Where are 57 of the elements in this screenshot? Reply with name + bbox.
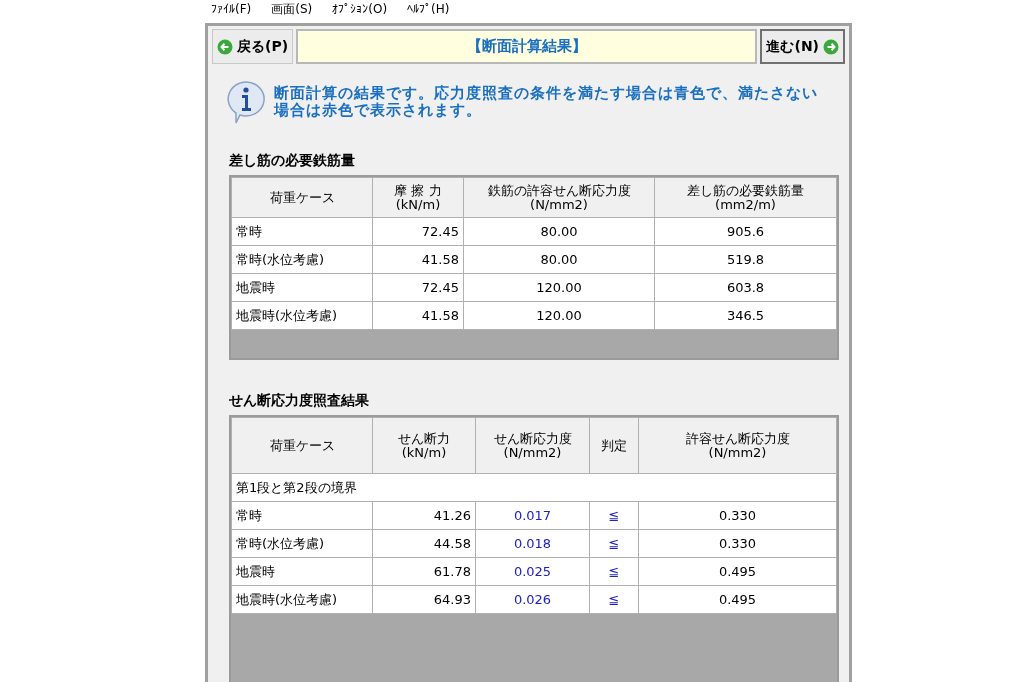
table-cell: 41.58	[372, 301, 464, 330]
table-cell: ≦	[589, 529, 639, 558]
column-header: せん断力 (kN/m)	[372, 417, 476, 474]
table-cell: ≦	[589, 585, 639, 614]
table-cell: 64.93	[372, 585, 476, 614]
column-header: 許容せん断応力度 (N/mm2)	[638, 417, 837, 474]
table-cell: 0.026	[475, 585, 590, 614]
next-button[interactable]: 進む(N)	[760, 29, 845, 64]
menu-item[interactable]: ｵﾌﾟｼｮﾝ(O)	[332, 0, 388, 18]
column-header: 摩 擦 力 (kN/m)	[372, 177, 464, 218]
table-cell: 地震時	[231, 273, 373, 302]
table-cell: 0.330	[638, 501, 837, 530]
table-cell: 地震時(水位考慮)	[231, 585, 373, 614]
menu-item[interactable]: 画面(S)	[271, 0, 313, 18]
info-icon	[226, 80, 266, 124]
table-cell: 常時(水位考慮)	[231, 245, 373, 274]
table-cell: ≦	[589, 501, 639, 530]
back-button[interactable]: 戻る(P)	[212, 29, 294, 64]
table-cell: 地震時(水位考慮)	[231, 301, 373, 330]
table-cell: 常時	[231, 217, 373, 246]
table-cell: 0.495	[638, 585, 837, 614]
section-title: せん断応力度照査結果	[229, 391, 370, 410]
page-title: 【断面計算結果】	[296, 29, 758, 64]
table-cell: 519.8	[654, 245, 837, 274]
table-cell: 0.330	[638, 529, 837, 558]
column-header: 差し筋の必要鉄筋量 (mm2/m)	[654, 177, 837, 218]
table-cell: 0.018	[475, 529, 590, 558]
section-title: 差し筋の必要鉄筋量	[229, 151, 356, 170]
table-cell: 常時	[231, 501, 373, 530]
table-cell: 44.58	[372, 529, 476, 558]
table-cell: 905.6	[654, 217, 837, 246]
table-cell: 第1段と第2段の境界	[231, 473, 837, 502]
table-cell: ≦	[589, 557, 639, 586]
table-cell: 61.78	[372, 557, 476, 586]
table-cell: 地震時	[231, 557, 373, 586]
table-cell: 0.025	[475, 557, 590, 586]
table-cell: 72.45	[372, 273, 464, 302]
table-cell: 120.00	[463, 301, 655, 330]
table-cell: 常時(水位考慮)	[231, 529, 373, 558]
column-header: 荷重ケース	[231, 177, 373, 218]
table-cell: 41.58	[372, 245, 464, 274]
table-cell: 0.495	[638, 557, 837, 586]
column-header: 鉄筋の許容せん断応力度 (N/mm2)	[463, 177, 655, 218]
column-header: せん断応力度 (N/mm2)	[475, 417, 590, 474]
table-cell: 41.26	[372, 501, 476, 530]
menu-item[interactable]: ﾌｧｲﾙ(F)	[211, 0, 252, 18]
table-cell: 346.5	[654, 301, 837, 330]
column-header: 判定	[589, 417, 639, 474]
menu-item[interactable]: ﾍﾙﾌﾟ(H)	[407, 0, 450, 18]
column-header: 荷重ケース	[231, 417, 373, 474]
table-cell: 120.00	[463, 273, 655, 302]
table-cell: 80.00	[463, 217, 655, 246]
table-cell: 0.017	[475, 501, 590, 530]
table-cell: 80.00	[463, 245, 655, 274]
info-message: 断面計算の結果です。応力度照査の条件を満たす場合は青色で、満たさない場合は赤色で表示されます。	[274, 85, 819, 119]
table-cell: 72.45	[372, 217, 464, 246]
table-cell: 603.8	[654, 273, 837, 302]
